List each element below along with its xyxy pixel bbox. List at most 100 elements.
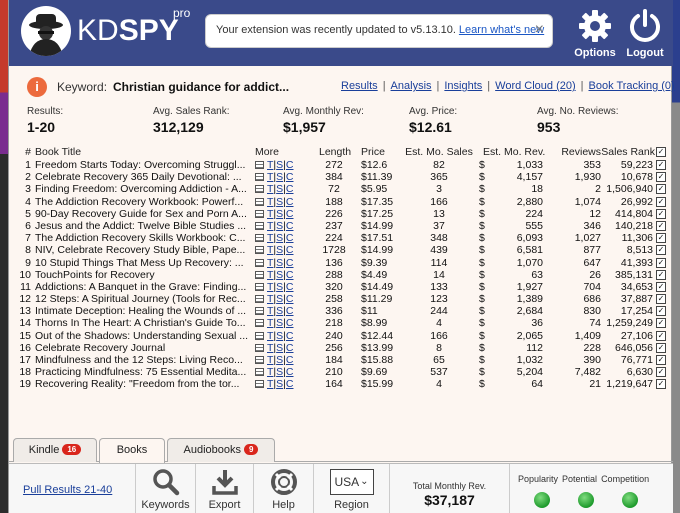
info-icon[interactable]: i (27, 77, 47, 97)
preview-icon[interactable] (255, 246, 264, 255)
book-title-link[interactable]: The Addiction Recovery Workbook: Powerf.… (35, 196, 253, 208)
book-title-link[interactable]: TouchPoints for Recovery (35, 269, 253, 281)
preview-icon[interactable] (255, 161, 264, 169)
book-title-link[interactable]: NIV, Celebrate Recovery Study Bible, Pap… (35, 244, 253, 256)
competition-analysis-link[interactable]: C (286, 281, 294, 293)
book-title-link[interactable]: Celebrate Recovery Journal (35, 342, 253, 354)
preview-icon[interactable] (255, 234, 264, 243)
preview-icon[interactable] (255, 173, 264, 182)
preview-icon[interactable] (255, 319, 264, 328)
preview-icon[interactable] (255, 209, 264, 218)
book-title-link[interactable]: Jesus and the Addict: Twelve Bible Studi… (35, 220, 253, 232)
export-button[interactable]: Export (195, 464, 253, 513)
region-select[interactable]: USA ⌄ (329, 469, 374, 495)
preview-icon[interactable] (255, 185, 264, 194)
competition-analysis-link[interactable]: C (286, 269, 294, 281)
preview-icon[interactable] (255, 343, 264, 352)
competition-analysis-link[interactable]: C (286, 342, 294, 354)
word-cloud-link[interactable]: Word Cloud (20) (495, 80, 576, 92)
options-button[interactable]: Options (573, 8, 617, 59)
book-title-link[interactable]: Finding Freedom: Overcoming Addiction - … (35, 183, 253, 195)
results-link[interactable]: Results (341, 80, 378, 92)
col-header-sales[interactable]: Est. Mo. Sales (403, 146, 475, 158)
competition-analysis-link[interactable]: C (286, 171, 294, 183)
row-checkbox[interactable]: ✓ (656, 184, 666, 195)
row-checkbox[interactable]: ✓ (656, 294, 666, 305)
preview-icon[interactable] (255, 331, 264, 340)
tab-kindle[interactable]: Kindle 16 (13, 438, 97, 462)
row-checkbox[interactable]: ✓ (656, 160, 666, 170)
competition-analysis-link[interactable]: C (286, 257, 294, 269)
help-button[interactable]: Help (253, 464, 313, 513)
notice-close-button[interactable]: × (535, 21, 544, 39)
book-title-link[interactable]: 10 Stupid Things That Mess Up Recovery: … (35, 257, 253, 269)
row-checkbox[interactable]: ✓ (656, 342, 666, 353)
col-header-rank[interactable]: Sales Rank (595, 146, 655, 158)
preview-icon[interactable] (255, 221, 264, 230)
book-title-link[interactable]: Recovering Reality: "Freedom from the to… (35, 378, 253, 390)
competition-analysis-link[interactable]: C (286, 183, 294, 195)
book-title-link[interactable]: The Addiction Recovery Skills Workbook: … (35, 232, 253, 244)
preview-icon[interactable] (255, 368, 264, 377)
notice-learn-more-link[interactable]: Learn what's new (459, 24, 544, 36)
col-header-length[interactable]: Length (319, 146, 351, 158)
preview-icon[interactable] (255, 356, 264, 364)
keywords-button[interactable]: Keywords (135, 464, 195, 513)
row-checkbox[interactable]: ✓ (656, 318, 666, 329)
col-header-reviews[interactable]: Reviews (547, 146, 601, 158)
book-title-link[interactable]: 12 Steps: A Spiritual Journey (Tools for… (35, 293, 253, 305)
col-header-num[interactable]: # (13, 146, 31, 158)
competition-analysis-link[interactable]: C (286, 330, 294, 342)
row-checkbox[interactable]: ✓ (656, 306, 666, 317)
competition-analysis-link[interactable]: C (286, 317, 294, 329)
row-checkbox[interactable]: ✓ (656, 245, 666, 256)
row-checkbox[interactable]: ✓ (656, 355, 666, 365)
tab-books[interactable]: Books (99, 438, 165, 463)
preview-icon[interactable] (255, 270, 264, 279)
row-checkbox[interactable]: ✓ (656, 196, 666, 207)
competition-analysis-link[interactable]: C (286, 305, 294, 317)
competition-analysis-link[interactable]: C (286, 354, 294, 366)
insights-link[interactable]: Insights (444, 80, 482, 92)
row-checkbox[interactable]: ✓ (656, 281, 666, 292)
competition-analysis-link[interactable]: C (286, 208, 294, 220)
book-tracking-link[interactable]: Book Tracking (0) (589, 80, 675, 92)
row-checkbox[interactable]: ✓ (656, 269, 666, 280)
preview-icon[interactable] (255, 307, 264, 316)
book-title-link[interactable]: Intimate Deception: Healing the Wounds o… (35, 305, 253, 317)
col-header-rev[interactable]: Est. Mo. Rev. (483, 146, 545, 158)
book-title-link[interactable]: Mindfulness and the 12 Steps: Living Rec… (35, 354, 253, 366)
preview-icon[interactable] (255, 282, 264, 291)
row-checkbox[interactable]: ✓ (656, 208, 666, 219)
preview-icon[interactable] (255, 295, 264, 304)
book-title-link[interactable]: 90-Day Recovery Guide for Sex and Porn A… (35, 208, 253, 220)
row-checkbox[interactable]: ✓ (656, 172, 666, 183)
competition-analysis-link[interactable]: C (286, 378, 294, 390)
pull-results-link[interactable]: Pull Results 21-40 (23, 484, 112, 496)
book-title-link[interactable]: Thorns In The Heart: A Christian's Guide… (35, 317, 253, 329)
book-title-link[interactable]: Celebrate Recovery 365 Daily Devotional:… (35, 171, 253, 183)
competition-analysis-link[interactable]: C (286, 196, 294, 208)
row-checkbox[interactable]: ✓ (656, 220, 666, 231)
competition-analysis-link[interactable]: C (286, 244, 294, 256)
preview-icon[interactable] (255, 197, 264, 206)
select-all-checkbox[interactable]: ✓ (656, 147, 666, 157)
col-header-price[interactable]: Price (361, 146, 401, 158)
book-title-link[interactable]: Practicing Mindfulness: 75 Essential Med… (35, 366, 253, 378)
row-checkbox[interactable]: ✓ (656, 330, 666, 341)
competition-analysis-link[interactable]: C (286, 220, 294, 232)
book-title-link[interactable]: Out of the Shadows: Understanding Sexual… (35, 330, 253, 342)
preview-icon[interactable] (255, 258, 264, 267)
competition-analysis-link[interactable]: C (286, 232, 294, 244)
col-header-title[interactable]: Book Title (35, 146, 253, 158)
row-checkbox[interactable]: ✓ (656, 367, 666, 378)
logout-button[interactable]: Logout (623, 8, 667, 59)
row-checkbox[interactable]: ✓ (656, 257, 666, 268)
preview-icon[interactable] (255, 380, 264, 389)
competition-analysis-link[interactable]: C (286, 159, 294, 171)
competition-analysis-link[interactable]: C (286, 293, 294, 305)
book-title-link[interactable]: Addictions: A Banquet in the Grave: Find… (35, 281, 253, 293)
analysis-link[interactable]: Analysis (391, 80, 432, 92)
row-checkbox[interactable]: ✓ (656, 379, 666, 390)
tab-audiobooks[interactable]: Audiobooks 9 (167, 438, 275, 462)
